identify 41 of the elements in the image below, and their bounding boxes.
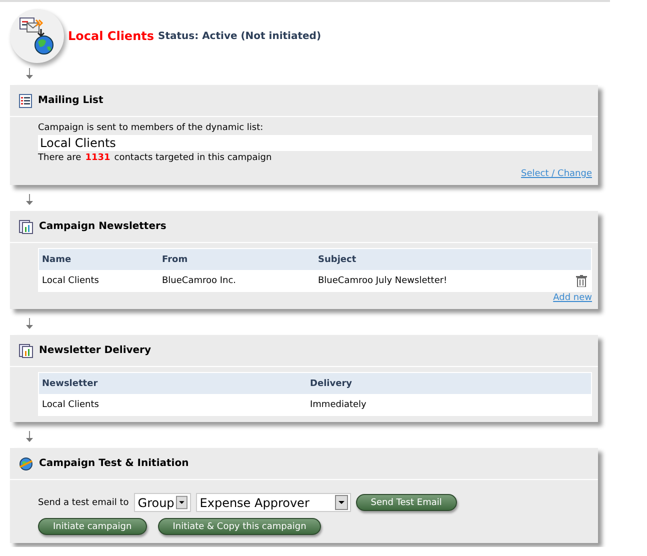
- column-header: Name: [41, 254, 72, 264]
- table-cell-text: Immediately: [309, 400, 368, 410]
- add-new-link[interactable]: Add new: [553, 293, 592, 303]
- contact-count: 1131: [85, 152, 110, 164]
- table-cell-text: BlueCamroo Inc.: [161, 276, 238, 286]
- document-chart-icon: [19, 220, 33, 234]
- section-title: Newsletter Delivery: [39, 345, 151, 356]
- campaign-status: Status: Active (Not initiated): [158, 30, 322, 42]
- document-chart-icon: [19, 344, 33, 358]
- count-text: contacts targeted in this campaign: [114, 152, 272, 164]
- down-arrow-icon: [26, 68, 33, 80]
- campaign-name: Local Clients: [68, 29, 154, 43]
- trash-icon[interactable]: [576, 274, 587, 286]
- section-title: Campaign Newsletters: [39, 221, 166, 232]
- description-text: Campaign is sent to members of the dynamic list:: [38, 122, 264, 134]
- down-arrow-icon: [26, 431, 33, 443]
- column-header: Newsletter: [41, 378, 99, 388]
- section-title: Mailing List: [38, 95, 104, 106]
- table-cell-text: BlueCamroo July Newsletter!: [317, 276, 448, 286]
- column-header: Delivery: [309, 378, 354, 388]
- column-header: From: [161, 254, 189, 264]
- section-title: Campaign Test & Initiation: [39, 458, 189, 469]
- send-test-label: Send a test email to: [38, 498, 129, 508]
- caret-icon: [176, 495, 188, 510]
- column-header: Subject: [317, 254, 358, 264]
- email-globe-icon: [19, 17, 55, 55]
- table-cell-text: Local Clients: [41, 400, 100, 410]
- table-cell-text: Local Clients: [41, 276, 100, 286]
- down-arrow-icon: [26, 318, 33, 330]
- count-text: There are: [38, 152, 82, 164]
- initiate-button[interactable]: Initiate & Copy this campaign: [158, 518, 322, 535]
- down-arrow-icon: [26, 194, 33, 206]
- recipient-type-dropdown[interactable]: Group: [134, 493, 191, 512]
- globe-icon: [19, 456, 33, 470]
- send-test-email-button[interactable]: Send Test Email: [356, 494, 457, 511]
- list-icon: [19, 94, 32, 108]
- initiate-button[interactable]: Initiate campaign: [38, 518, 147, 535]
- caret-icon: [334, 495, 348, 510]
- select-change-link[interactable]: Select / Change: [521, 169, 592, 179]
- recipient-dropdown[interactable]: Expense Approver: [196, 493, 351, 512]
- list-name: Local Clients: [38, 135, 592, 151]
